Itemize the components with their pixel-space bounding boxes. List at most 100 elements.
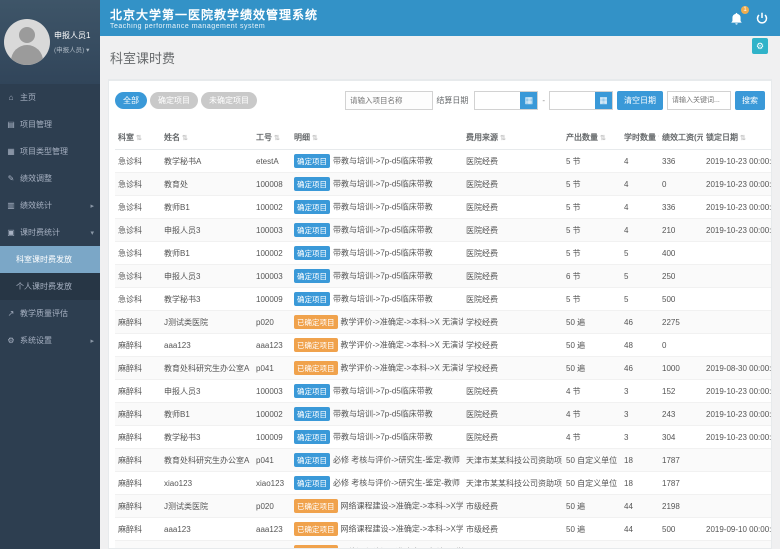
column-header[interactable]: 工号⇅ <box>253 126 291 150</box>
detail-text: 网络课程建设->准确定->本科->X学员 <box>341 525 464 534</box>
detail-text: 带教与培训->7p-d5临床带教 <box>333 272 433 281</box>
table-cell: 2019-10-23 00:00:00 <box>703 219 772 242</box>
table-cell: aaa123 <box>253 518 291 541</box>
confirm-project-button[interactable]: 确定项目 <box>294 407 330 421</box>
date-to-field[interactable] <box>550 93 594 108</box>
sort-icon[interactable]: ⇅ <box>658 135 659 142</box>
notification-bell-icon[interactable]: 1 <box>728 10 744 26</box>
sort-icon[interactable]: ⇅ <box>600 135 606 142</box>
confirm-project-button[interactable]: 确定项目 <box>294 246 330 260</box>
detail-cell: 确定项目必修 考核与评价->研究生-鉴定-教师 <box>291 449 463 472</box>
table-cell: p041 <box>253 357 291 380</box>
logout-icon[interactable] <box>754 10 770 26</box>
grid-icon: ▦ <box>6 147 16 156</box>
sidebar-subitem[interactable]: 个人课时费发放 <box>0 273 100 300</box>
confirmed-project-button[interactable]: 已确定项目 <box>294 522 338 536</box>
table-cell: 5 节 <box>563 219 621 242</box>
table-cell: 100009 <box>253 426 291 449</box>
table-cell: 天津市某某科技公司资助项目 <box>463 449 563 472</box>
header-bar: 北京大学第一医院教学绩效管理系统 Teaching performance ma… <box>100 0 780 36</box>
sidebar-item[interactable]: ⚙系统设置▸ <box>0 327 100 354</box>
column-header[interactable]: 锁定日期⇅ <box>703 126 772 150</box>
user-role-dropdown[interactable]: (申报人员) ▾ <box>54 44 90 54</box>
table-cell: 210 <box>659 219 703 242</box>
column-header[interactable]: 姓名⇅ <box>161 126 253 150</box>
sort-icon[interactable]: ⇅ <box>274 135 280 142</box>
table-body: 急诊科教学秘书AetestA确定项目带教与培训->7p-d5临床带教医院经费5 … <box>115 150 772 549</box>
confirm-project-button[interactable]: 确定项目 <box>294 453 330 467</box>
edit-icon: ✎ <box>6 174 16 183</box>
sidebar-subitem[interactable]: 科室课时费发放 <box>0 246 100 273</box>
sort-icon[interactable]: ⇅ <box>182 135 188 142</box>
sort-icon[interactable]: ⇅ <box>740 135 746 142</box>
sidebar-item[interactable]: ▣课时费统计▾ <box>0 219 100 246</box>
column-header[interactable]: 科室⇅ <box>115 126 161 150</box>
header-actions: 1 <box>728 10 770 26</box>
sidebar-item[interactable]: ▦项目类型管理 <box>0 138 100 165</box>
table-cell: 50 遍 <box>563 518 621 541</box>
confirm-project-button[interactable]: 确定项目 <box>294 476 330 490</box>
avatar <box>4 19 50 65</box>
sidebar-item[interactable]: ▤项目管理 <box>0 111 100 138</box>
sidebar-item[interactable]: ▥绩效统计▸ <box>0 192 100 219</box>
theme-settings-button[interactable]: ⚙ <box>752 38 768 54</box>
table-cell: 50 遍 <box>563 334 621 357</box>
column-header[interactable]: 学时数量⇅ <box>621 126 659 150</box>
sidebar-item[interactable]: ↗教学质量评估 <box>0 300 100 327</box>
column-header[interactable]: 费用来源⇅ <box>463 126 563 150</box>
sidebar-item[interactable]: ⌂主页 <box>0 84 100 111</box>
table-cell: 麻醉科 <box>115 495 161 518</box>
calendar-icon[interactable]: ▦ <box>520 92 537 109</box>
confirm-project-button[interactable]: 确定项目 <box>294 223 330 237</box>
confirm-project-button[interactable]: 确定项目 <box>294 292 330 306</box>
sidebar-menu: ⌂主页▤项目管理▦项目类型管理✎绩效调整▥绩效统计▸▣课时费统计▾科室课时费发放… <box>0 84 100 354</box>
clear-dates-button[interactable]: 清空日期 <box>617 91 663 110</box>
date-from-input[interactable]: ▦ <box>474 91 538 110</box>
table-cell: 44 <box>621 541 659 549</box>
table-cell: 18 <box>621 472 659 495</box>
sidebar-item[interactable]: ✎绩效调整 <box>0 165 100 192</box>
table-cell: 4 <box>621 196 659 219</box>
confirm-project-button[interactable]: 确定项目 <box>294 200 330 214</box>
sort-icon[interactable]: ⇅ <box>312 135 318 142</box>
column-header[interactable]: 产出数量⇅ <box>563 126 621 150</box>
confirm-project-button[interactable]: 确定项目 <box>294 269 330 283</box>
filter-pill[interactable]: 确定项目 <box>150 92 198 109</box>
confirm-project-button[interactable]: 确定项目 <box>294 154 330 168</box>
confirmed-project-button[interactable]: 已确定项目 <box>294 315 338 329</box>
column-header[interactable]: 绩效工资(元)⇅ <box>659 126 703 150</box>
filter-pill[interactable]: 全部 <box>115 92 147 109</box>
confirm-project-button[interactable]: 确定项目 <box>294 177 330 191</box>
table-cell: 4 <box>621 219 659 242</box>
project-name-input[interactable] <box>345 91 433 110</box>
table-cell: p041 <box>253 449 291 472</box>
table-row: 麻醉科教育处科研究生办公室Ap041已确定项目教学评价->准确定->本科->X … <box>115 357 772 380</box>
date-from-field[interactable] <box>475 93 519 108</box>
calendar-icon[interactable]: ▦ <box>595 92 612 109</box>
sort-icon[interactable]: ⇅ <box>136 135 142 142</box>
table-row: 急诊科教学秘书3100009确定项目带教与培训->7p-d5临床带教医院经费5 … <box>115 288 772 311</box>
detail-text: 带教与培训->7p-d5临床带教 <box>333 226 433 235</box>
filter-pill[interactable]: 未确定项目 <box>201 92 257 109</box>
table-row: 急诊科申报人员3100003确定项目带教与培训->7p-d5临床带教医院经费5 … <box>115 219 772 242</box>
table-cell: 5 <box>621 288 659 311</box>
sort-icon[interactable]: ⇅ <box>500 135 506 142</box>
table-cell: xiao123 <box>161 472 253 495</box>
confirm-project-button[interactable]: 确定项目 <box>294 430 330 444</box>
confirmed-project-button[interactable]: 已确定项目 <box>294 338 338 352</box>
confirmed-project-button[interactable]: 已确定项目 <box>294 499 338 513</box>
table-row: 急诊科教师B1100002确定项目带教与培训->7p-d5临床带教医院经费5 节… <box>115 242 772 265</box>
confirmed-project-button[interactable]: 已确定项目 <box>294 361 338 375</box>
search-button[interactable]: 搜索 <box>735 91 765 110</box>
table-cell: aaa123 <box>253 334 291 357</box>
table-cell: 100002 <box>253 196 291 219</box>
confirmed-project-button[interactable]: 已确定项目 <box>294 545 338 549</box>
money-icon: ▣ <box>6 228 16 237</box>
column-header[interactable]: 明细⇅ <box>291 126 463 150</box>
table-cell: 麻醉科 <box>115 518 161 541</box>
keyword-search-input[interactable] <box>667 91 731 110</box>
table-cell: 2019-10-23 00:00:00 <box>703 150 772 173</box>
confirm-project-button[interactable]: 确定项目 <box>294 384 330 398</box>
date-to-input[interactable]: ▦ <box>549 91 613 110</box>
table-cell: 医院经费 <box>463 242 563 265</box>
